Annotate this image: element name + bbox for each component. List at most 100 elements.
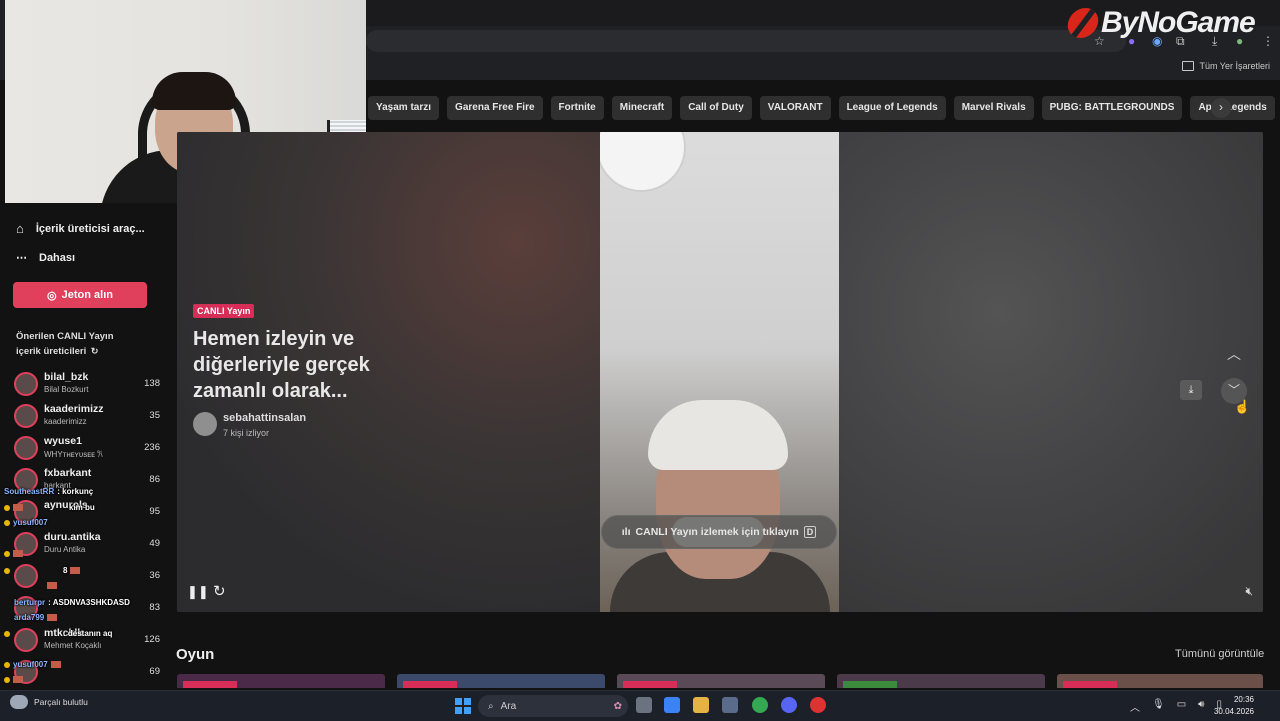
viewer-count: 126 xyxy=(144,634,160,645)
discord-icon[interactable] xyxy=(781,697,797,713)
store-icon[interactable] xyxy=(722,697,738,713)
sidebar-item-creator-tools[interactable]: ⌂ İçerik üreticisi araç... xyxy=(16,221,145,236)
creator-item[interactable]: bilal_bzk Bilal Bozkurt 138 xyxy=(14,371,164,399)
chat-message: 8 xyxy=(4,566,81,575)
category-chip[interactable]: League of Legends xyxy=(838,96,946,120)
creator-name: duru.antika xyxy=(44,531,101,543)
app-icon[interactable] xyxy=(810,697,826,713)
folder-icon xyxy=(1182,61,1195,71)
category-chip[interactable]: Fortnite xyxy=(550,96,604,120)
brand-logo: ByNoGame xyxy=(1065,4,1256,42)
category-chip[interactable]: PUBG: BATTLEGROUNDS xyxy=(1041,96,1183,120)
viewer-count: 69 xyxy=(149,666,160,677)
viewer-count: 83 xyxy=(149,602,160,613)
category-chip[interactable]: Minecraft xyxy=(611,96,673,120)
avatar xyxy=(14,436,38,460)
windows-start-icon[interactable] xyxy=(455,698,471,714)
home-icon: ⌂ xyxy=(16,221,24,236)
pause-icon[interactable]: ❚❚ xyxy=(187,584,209,600)
chevron-up-icon[interactable]: ︿ xyxy=(1130,699,1140,714)
clock-time: 20:36 xyxy=(1233,695,1254,704)
sidebar-item-more[interactable]: ⋯ Dahası xyxy=(16,251,75,265)
stream-thumbnail[interactable] xyxy=(397,674,605,688)
file-explorer-icon[interactable] xyxy=(693,697,709,713)
volume-icon[interactable]: 🔊︎ xyxy=(1198,699,1204,714)
creator-subtitle: WHYᴛʜᴇʏᴜsᴇᴇ 𐙚 xyxy=(44,450,103,459)
stream-thumbnail[interactable] xyxy=(177,674,385,688)
badge-icon xyxy=(4,504,10,511)
creator-subtitle: Mehmet Koçaklı xyxy=(44,641,102,650)
player-headline: Hemen izleyin ve diğerleriyle gerçek zam… xyxy=(193,328,370,402)
creator-item[interactable]: wyuse1 WHYᴛʜᴇʏᴜsᴇᴇ 𐙚 236 xyxy=(14,435,164,463)
viewer-count: 36 xyxy=(149,570,160,581)
app-icon[interactable] xyxy=(664,697,680,713)
stream-thumbnail[interactable] xyxy=(617,674,825,688)
chat-message xyxy=(4,550,23,557)
category-chip[interactable]: Marvel Rivals xyxy=(953,96,1034,120)
view-all-link[interactable]: Tümünü görüntüle xyxy=(1175,648,1264,660)
creator-item[interactable]: kaaderimizz kaaderimizz 35 xyxy=(14,403,164,431)
refresh-icon[interactable]: ↻ xyxy=(213,582,226,600)
creator-name: fxbarkant xyxy=(44,467,92,479)
suggested-creators-title: Önerilen CANLI Yayın içerik üreticileri … xyxy=(16,330,136,359)
taskbar: Parçalı bulutlu ⌕ Ara ✿ ︿ 🎙︎ ▭ 🔊︎ ▯ 20:3… xyxy=(0,690,1280,721)
viewer-count: 35 xyxy=(149,410,160,421)
emote-icon xyxy=(47,582,57,589)
taskbar-search-label: Ara xyxy=(500,700,517,712)
weather-widget[interactable]: Parçalı bulutlu xyxy=(10,695,88,709)
chat-message: SoutheastRR: korkunç xyxy=(4,487,93,496)
stream-thumbnail[interactable] xyxy=(837,674,1045,688)
mute-icon[interactable]: 🔇︎ xyxy=(1245,584,1253,599)
category-chip[interactable]: Yaşam tarzı xyxy=(368,96,440,120)
category-chip[interactable]: Apex Legends xyxy=(1190,96,1275,120)
download-icon[interactable]: ⤓ xyxy=(1180,380,1202,400)
chat-message: yusuf007 xyxy=(4,518,51,527)
stream-thumbnail[interactable] xyxy=(1057,674,1263,688)
chat-text: 8 xyxy=(63,566,68,575)
avatar[interactable] xyxy=(193,412,217,436)
category-chip[interactable]: VALORANT xyxy=(759,96,831,120)
task-view-icon[interactable] xyxy=(636,697,652,713)
ceiling-lamp xyxy=(600,132,686,192)
chrome-icon[interactable] xyxy=(752,697,768,713)
chat-message: : destanın aq xyxy=(4,629,112,638)
clock[interactable]: 20:36 30.04.2026 xyxy=(1214,694,1254,718)
category-strip: Yaşam tarzı Garena Free Fire Fortnite Mi… xyxy=(368,96,1275,122)
emote-icon xyxy=(70,567,81,574)
search-highlight-icon: ✿ xyxy=(613,700,622,712)
menu-icon[interactable]: ⋮ xyxy=(1262,34,1274,48)
click-to-watch-label: CANLI Yayın izlemek için tıklayın xyxy=(635,526,799,538)
live-badge xyxy=(1063,681,1117,688)
chevron-up-icon[interactable]: ︿ xyxy=(1227,344,1241,364)
emote-icon xyxy=(13,504,23,511)
live-bars-icon: ılı xyxy=(621,526,631,538)
chevron-right-icon[interactable]: › xyxy=(1211,98,1231,118)
refresh-icon[interactable]: ↻ xyxy=(91,346,99,356)
address-bar[interactable] xyxy=(366,30,1126,52)
all-bookmarks[interactable]: Tüm Yer İşaretleri xyxy=(1182,61,1270,71)
badge-icon xyxy=(4,676,10,683)
chat-message: arda799 xyxy=(4,613,58,622)
microphone-icon[interactable]: 🎙︎ xyxy=(1152,699,1165,714)
click-to-watch-button[interactable]: ılı CANLI Yayın izlemek için tıklayın D xyxy=(601,515,837,549)
chat-user: berturpr xyxy=(14,598,46,607)
creator-item[interactable]: duru.antika Duru Antika 49 xyxy=(14,531,164,559)
viewer-count: 138 xyxy=(144,378,160,389)
creator-name: wyuse1 xyxy=(44,435,82,447)
chat-message xyxy=(4,582,57,589)
emote-icon xyxy=(13,676,23,683)
category-chip[interactable]: Call of Duty xyxy=(680,96,752,120)
avatar xyxy=(14,372,38,396)
chat-message xyxy=(4,676,23,683)
network-icon[interactable]: ▭ xyxy=(1177,699,1186,714)
emote-icon xyxy=(47,614,58,621)
category-chip[interactable]: Garena Free Fire xyxy=(447,96,543,120)
live-player[interactable]: CANLI Yayın Hemen izleyin ve diğerleriyl… xyxy=(177,132,1263,612)
search-icon: ⌕ xyxy=(488,700,494,712)
host-name[interactable]: sebahattinsalan xyxy=(223,412,306,424)
badge-icon xyxy=(4,661,10,668)
get-coins-button[interactable]: ◎ Jeton alın xyxy=(13,282,147,308)
taskbar-search[interactable]: ⌕ Ara ✿ xyxy=(478,695,628,717)
coin-icon: ◎ xyxy=(47,289,57,302)
viewer-count: 49 xyxy=(149,538,160,549)
